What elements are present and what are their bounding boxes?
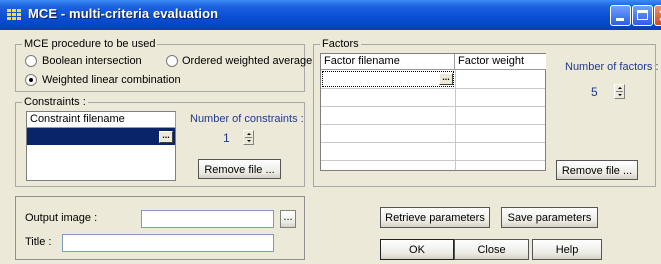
radio-weighted-linear-combination[interactable] [25,74,37,86]
remove-factor-button[interactable]: Remove file ... [556,160,638,180]
retrieve-parameters-button[interactable]: Retrieve parameters [380,207,490,228]
constraints-table[interactable]: Constraint filename ... [26,111,176,181]
title-bar[interactable]: MCE - multi-criteria evaluation [0,0,661,30]
constraints-count-value: 1 [223,131,230,145]
window-title: MCE - multi-criteria evaluation [28,6,219,21]
factors-count-label: Number of factors : [565,61,659,73]
maximize-button[interactable] [632,5,653,26]
radio-label-boolean[interactable]: Boolean intersection [42,55,142,68]
app-grid-icon [7,9,21,20]
save-parameters-button[interactable]: Save parameters [501,207,598,228]
factors-table[interactable]: Factor filename Factor weight ... [320,53,546,171]
output-image-input[interactable] [141,210,274,228]
constraints-spinner[interactable] [243,130,254,145]
constraints-column-header[interactable]: Constraint filename [27,112,176,128]
ok-button[interactable]: OK [380,239,454,260]
title-label: Title : [25,236,52,248]
constraints-group: Constraints : Constraint filename ... Nu… [15,96,305,187]
factors-spinner[interactable] [614,84,625,99]
minimize-icon [616,18,624,21]
spin-down-icon[interactable] [247,140,251,142]
factor-cell-focused[interactable] [322,71,454,87]
remove-constraint-button[interactable]: Remove file ... [198,159,281,179]
procedure-group-label: MCE procedure to be used [22,38,158,51]
spin-down-icon[interactable] [618,94,622,96]
minimize-button[interactable] [610,5,631,26]
factors-col-filename[interactable]: Factor filename [321,54,455,70]
factors-group-label: Factors [320,38,361,51]
help-button[interactable]: Help [532,239,602,260]
factors-count-value: 5 [591,85,598,99]
constraint-browse-button[interactable]: ... [159,131,173,143]
constraints-count-label: Number of constraints : [190,113,304,125]
constraint-row-selected[interactable] [27,128,175,145]
factor-browse-button[interactable]: ... [439,73,453,85]
output-browse-button[interactable]: ... [280,210,296,228]
maximize-icon [637,10,648,20]
dialog-body: MCE procedure to be used Boolean interse… [0,30,661,264]
spin-up-icon[interactable] [618,87,622,89]
spin-up-icon[interactable] [247,133,251,135]
output-image-label: Output image : [25,212,98,224]
factors-col-weight[interactable]: Factor weight [455,54,546,70]
radio-ordered-weighted-average[interactable] [166,55,178,67]
radio-label-owa[interactable]: Ordered weighted average [182,55,312,68]
procedure-group: MCE procedure to be used Boolean interse… [15,38,312,92]
close-button[interactable]: Close [454,239,529,260]
constraints-group-label: Constraints : [22,96,88,109]
title-input[interactable] [62,234,274,252]
radio-boolean-intersection[interactable] [25,55,37,67]
close-window-button[interactable] [654,5,661,26]
output-group: Output image : ... Title : [15,196,305,260]
radio-label-wlc[interactable]: Weighted linear combination [42,74,181,87]
factors-group: Factors Factor filename Factor weight ..… [313,38,659,187]
